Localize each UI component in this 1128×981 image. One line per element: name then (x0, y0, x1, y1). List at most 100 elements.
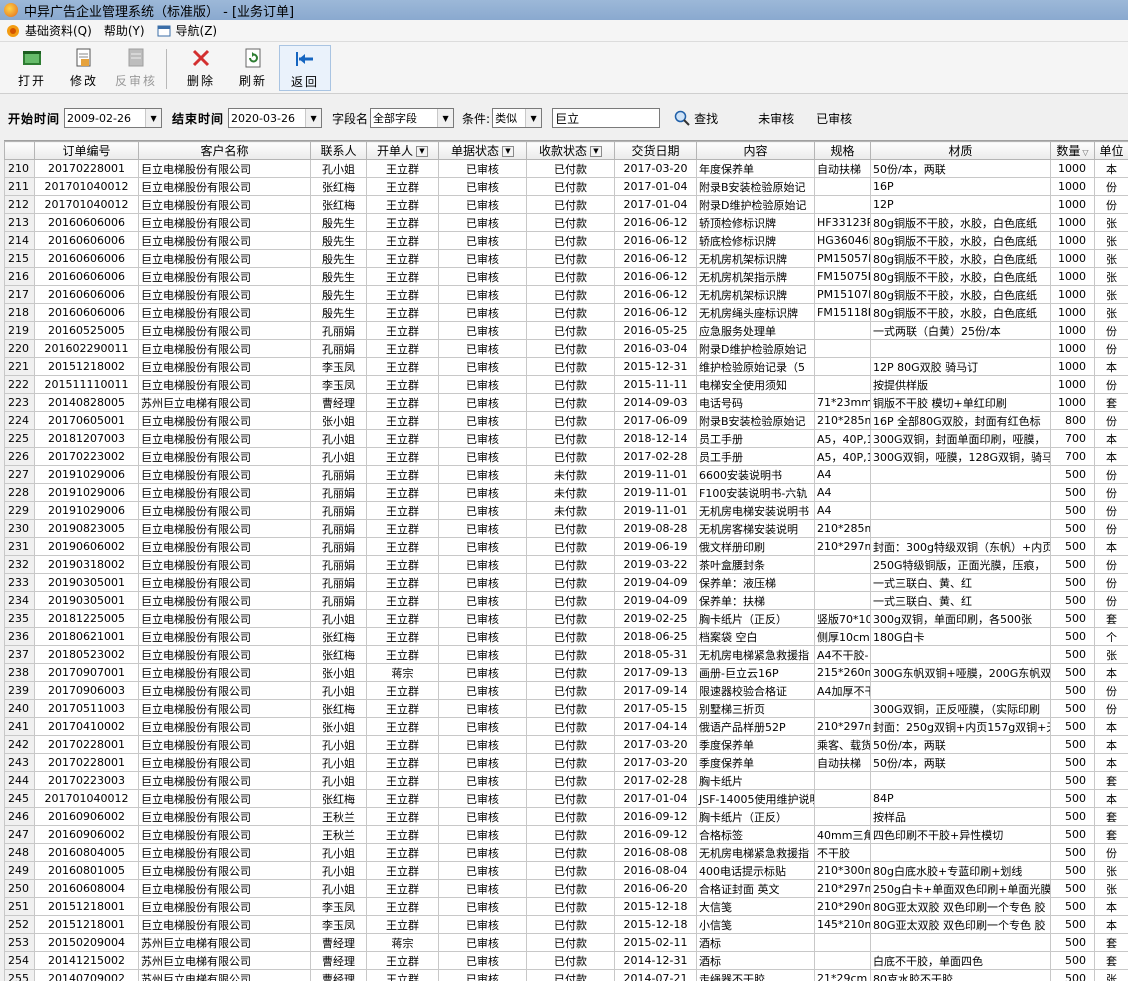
table-row[interactable]: 224 20170605001 巨立电梯股份有限公司 张小姐 王立群 已审核 已付款 2017… (4, 411, 1128, 430)
cell-unit[interactable]: 本 (1094, 447, 1128, 466)
cell-doc-status[interactable]: 已审核 (438, 969, 527, 981)
cell-row-number[interactable]: 253 (4, 933, 35, 952)
cell-content[interactable]: 轿顶检修标识牌 (696, 213, 815, 232)
cell-material[interactable] (870, 681, 1051, 700)
table-row[interactable]: 228 20191029006 巨立电梯股份有限公司 孔丽娟 王立群 已审核 未付款 2019… (4, 483, 1128, 502)
cell-creator[interactable]: 王立群 (366, 393, 439, 412)
cell-delivery-date[interactable]: 2014-12-31 (614, 951, 697, 970)
cell-content[interactable]: 附录D维护检验原始记 (696, 339, 815, 358)
table-row[interactable]: 244 20170223003 巨立电梯股份有限公司 孔小姐 王立群 已审核 已付款 2017… (4, 771, 1128, 790)
cell-pay-status[interactable]: 已付款 (526, 933, 615, 952)
cell-quantity[interactable]: 1000 (1050, 249, 1095, 268)
cell-contact[interactable]: 孔小姐 (310, 735, 367, 754)
chevron-down-icon[interactable]: ▼ (305, 109, 322, 127)
cell-quantity[interactable]: 1000 (1050, 375, 1095, 394)
cell-spec[interactable] (814, 357, 871, 376)
cell-spec[interactable] (814, 789, 871, 808)
chevron-down-icon[interactable]: ▼ (437, 109, 454, 127)
table-row[interactable]: 223 20140828005 苏州巨立电梯有限公司 曹经理 王立群 已审核 已付款 2014… (4, 393, 1128, 412)
cell-row-number[interactable]: 213 (4, 213, 35, 232)
cell-customer[interactable]: 苏州巨立电梯有限公司 (138, 951, 311, 970)
cell-delivery-date[interactable]: 2015-11-11 (614, 375, 697, 394)
cell-material[interactable]: 180G白卡 (870, 627, 1051, 646)
cell-contact[interactable]: 李玉凤 (310, 915, 367, 934)
cell-quantity[interactable]: 500 (1050, 627, 1095, 646)
cell-pay-status[interactable]: 已付款 (526, 969, 615, 981)
table-row[interactable]: 227 20191029006 巨立电梯股份有限公司 孔丽娟 王立群 已审核 未付款 2019… (4, 465, 1128, 484)
cell-material[interactable]: 300G双铜，哑膜，128G双铜，骑马 (870, 447, 1051, 466)
cell-quantity[interactable]: 500 (1050, 663, 1095, 682)
cell-pay-status[interactable]: 已付款 (526, 879, 615, 898)
cell-doc-status[interactable]: 已审核 (438, 519, 527, 538)
cell-content[interactable]: 茶叶盒腰封条 (696, 555, 815, 574)
cell-contact[interactable]: 孔丽娟 (310, 555, 367, 574)
cell-delivery-date[interactable]: 2016-06-12 (614, 285, 697, 304)
cell-creator[interactable]: 王立群 (366, 483, 439, 502)
cell-unit[interactable]: 套 (1094, 825, 1128, 844)
cell-quantity[interactable]: 500 (1050, 555, 1095, 574)
cell-doc-status[interactable]: 已审核 (438, 321, 527, 340)
cell-material[interactable]: 80g铜版不干胶，水胶，白色底纸 (870, 249, 1051, 268)
cell-creator[interactable]: 王立群 (366, 951, 439, 970)
table-row[interactable]: 247 20160906002 巨立电梯股份有限公司 王秋兰 王立群 已审核 已付款 2016… (4, 825, 1128, 844)
cell-contact[interactable]: 殷先生 (310, 213, 367, 232)
cell-pay-status[interactable]: 未付款 (526, 483, 615, 502)
cell-pay-status[interactable]: 已付款 (526, 663, 615, 682)
cell-order-no[interactable]: 20190823005 (34, 519, 139, 538)
cell-customer[interactable]: 巨立电梯股份有限公司 (138, 753, 311, 772)
cell-quantity[interactable]: 1000 (1050, 339, 1095, 358)
cell-order-no[interactable]: 201511110011 (34, 375, 139, 394)
cell-doc-status[interactable]: 已审核 (438, 591, 527, 610)
cell-pay-status[interactable]: 已付款 (526, 285, 615, 304)
cell-unit[interactable]: 本 (1094, 357, 1128, 376)
cell-material[interactable]: 12P (870, 195, 1051, 214)
cell-unit[interactable]: 套 (1094, 807, 1128, 826)
cell-pay-status[interactable]: 已付款 (526, 411, 615, 430)
cell-spec[interactable]: PM15057F (814, 249, 871, 268)
table-row[interactable]: 255 20140709002 苏州巨立电梯有限公司 曹经理 王立群 已审核 已付款 2014… (4, 969, 1128, 981)
cell-unit[interactable]: 套 (1094, 771, 1128, 790)
cell-row-number[interactable]: 246 (4, 807, 35, 826)
cell-contact[interactable]: 殷先生 (310, 267, 367, 286)
cell-unit[interactable]: 本 (1094, 159, 1128, 178)
cell-row-number[interactable]: 251 (4, 897, 35, 916)
col-header-doc-status[interactable]: 单据状态 ▼ (438, 141, 527, 160)
cell-row-number[interactable]: 228 (4, 483, 35, 502)
cell-contact[interactable]: 李玉凤 (310, 897, 367, 916)
cell-pay-status[interactable]: 已付款 (526, 717, 615, 736)
cell-creator[interactable]: 王立群 (366, 519, 439, 538)
cell-contact[interactable]: 李玉凤 (310, 375, 367, 394)
cell-delivery-date[interactable]: 2017-03-20 (614, 753, 697, 772)
cell-order-no[interactable]: 20190606002 (34, 537, 139, 556)
cell-unit[interactable]: 份 (1094, 195, 1128, 214)
cell-delivery-date[interactable]: 2016-08-04 (614, 861, 697, 880)
cell-creator[interactable]: 王立群 (366, 447, 439, 466)
col-header-pay-status[interactable]: 收款状态 ▼ (526, 141, 615, 160)
cell-doc-status[interactable]: 已审核 (438, 555, 527, 574)
cell-content[interactable]: 无机房机架指示牌 (696, 267, 815, 286)
cell-delivery-date[interactable]: 2019-11-01 (614, 483, 697, 502)
cell-row-number[interactable]: 222 (4, 375, 35, 394)
cell-row-number[interactable]: 211 (4, 177, 35, 196)
cell-order-no[interactable]: 20191029006 (34, 501, 139, 520)
cell-content[interactable]: 电话号码 (696, 393, 815, 412)
cell-material[interactable] (870, 771, 1051, 790)
cell-unit[interactable]: 套 (1094, 951, 1128, 970)
cell-pay-status[interactable]: 未付款 (526, 501, 615, 520)
cell-unit[interactable]: 张 (1094, 303, 1128, 322)
cell-customer[interactable]: 巨立电梯股份有限公司 (138, 267, 311, 286)
cell-creator[interactable]: 王立群 (366, 699, 439, 718)
cell-content[interactable]: 酒标 (696, 951, 815, 970)
edit-button[interactable]: 修改 (58, 45, 110, 91)
cell-order-no[interactable]: 20160608004 (34, 879, 139, 898)
col-header-content[interactable]: 内容 (696, 141, 815, 160)
cell-spec[interactable]: 210*290mm (814, 897, 871, 916)
cell-pay-status[interactable]: 已付款 (526, 861, 615, 880)
cell-quantity[interactable]: 1000 (1050, 213, 1095, 232)
cell-creator[interactable]: 蒋宗 (366, 663, 439, 682)
unreview-button[interactable]: 反审核 (110, 45, 162, 91)
cell-quantity[interactable]: 800 (1050, 411, 1095, 430)
cell-customer[interactable]: 巨立电梯股份有限公司 (138, 627, 311, 646)
cell-contact[interactable]: 张红梅 (310, 645, 367, 664)
table-row[interactable]: 240 20170511003 巨立电梯股份有限公司 张红梅 王立群 已审核 已付款 2017… (4, 699, 1128, 718)
